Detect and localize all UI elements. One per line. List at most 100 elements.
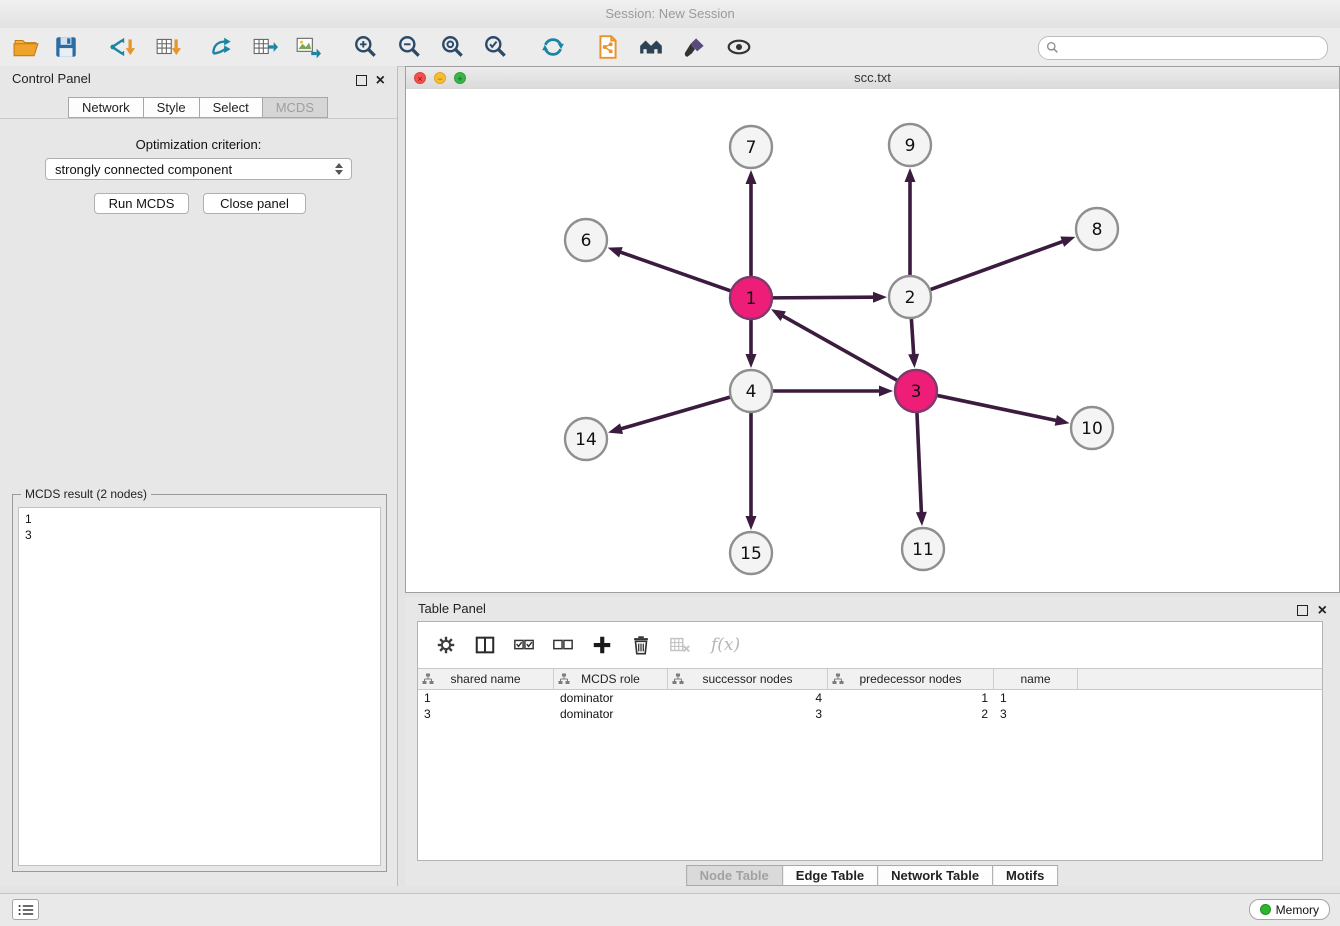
zoom-fit-button[interactable]: [435, 32, 471, 62]
graph-edge-3-1[interactable]: [771, 309, 898, 380]
apply-layout-button[interactable]: [535, 32, 571, 62]
zoom-in-button[interactable]: [348, 32, 384, 62]
save-session-button[interactable]: [48, 32, 84, 62]
column-header-name[interactable]: name: [994, 669, 1078, 689]
graph-node-14[interactable]: 14: [565, 418, 607, 460]
table-settings-button[interactable]: [432, 630, 462, 660]
float-control-panel-button[interactable]: [356, 75, 367, 86]
graph-edge-1-7[interactable]: [746, 170, 757, 277]
cell-mcds-role[interactable]: dominator: [554, 690, 668, 706]
tab-select[interactable]: Select: [199, 97, 263, 118]
memory-button[interactable]: Memory: [1249, 899, 1330, 920]
graph-edge-4-14[interactable]: [608, 397, 731, 434]
svg-text:6: 6: [581, 231, 592, 251]
import-network-icon: [109, 34, 135, 60]
cell-name[interactable]: 1: [994, 690, 1078, 706]
zoom-selected-button[interactable]: [478, 32, 514, 62]
tab-motifs[interactable]: Motifs: [992, 865, 1058, 886]
graph-node-1[interactable]: 1: [730, 277, 772, 319]
open-session-button[interactable]: [8, 32, 44, 62]
show-graphics-details-button[interactable]: [721, 32, 757, 62]
close-table-panel-button[interactable]: ×: [1318, 605, 1327, 616]
maximize-window-button[interactable]: +: [454, 72, 466, 84]
run-mcds-button[interactable]: Run MCDS: [94, 193, 189, 214]
select-all-button[interactable]: [510, 630, 540, 660]
mcds-result-list[interactable]: 1 3: [18, 507, 381, 866]
graph-edge-3-11[interactable]: [916, 412, 927, 526]
graph-edge-3-10[interactable]: [937, 395, 1070, 425]
graph-node-2[interactable]: 2: [889, 276, 931, 318]
delete-table-button[interactable]: [666, 630, 696, 660]
import-network-file-button[interactable]: [104, 32, 140, 62]
tab-network-table[interactable]: Network Table: [877, 865, 993, 886]
graph-edge-1-6[interactable]: [608, 247, 731, 291]
column-header-predecessor-nodes[interactable]: predecessor nodes: [828, 669, 994, 689]
graph-edge-2-8[interactable]: [930, 236, 1076, 289]
graph-node-6[interactable]: 6: [565, 219, 607, 261]
task-history-button[interactable]: [12, 899, 39, 920]
delete-column-button[interactable]: [627, 630, 657, 660]
tab-network[interactable]: Network: [68, 97, 144, 118]
cell-name[interactable]: 3: [994, 706, 1078, 722]
tab-pane-divider: [0, 118, 397, 119]
cell-predecessor-nodes[interactable]: 2: [828, 706, 994, 722]
add-column-button[interactable]: [588, 630, 618, 660]
cell-successor-nodes[interactable]: 4: [668, 690, 828, 706]
graph-node-9[interactable]: 9: [889, 124, 931, 166]
memory-label: Memory: [1276, 903, 1319, 917]
close-panel-button[interactable]: Close panel: [203, 193, 306, 214]
tab-edge-table[interactable]: Edge Table: [782, 865, 878, 886]
graph-edge-1-4[interactable]: [746, 319, 757, 368]
split-table-button[interactable]: [471, 630, 501, 660]
graph-edge-4-3[interactable]: [772, 386, 893, 397]
import-public-network-button[interactable]: [590, 32, 626, 62]
export-network-button[interactable]: [204, 32, 240, 62]
optimization-criterion-select[interactable]: strongly connected component: [45, 158, 352, 180]
float-table-panel-button[interactable]: [1297, 605, 1308, 616]
style-tool-button[interactable]: [677, 32, 713, 62]
function-builder-button[interactable]: f(x): [705, 634, 745, 656]
column-header-shared-name[interactable]: shared name: [418, 669, 554, 689]
minimize-window-button[interactable]: −: [434, 72, 446, 84]
zoom-out-icon: [397, 34, 423, 60]
unselect-all-button[interactable]: [549, 630, 579, 660]
export-image-button[interactable]: [290, 32, 326, 62]
graph-node-10[interactable]: 10: [1071, 407, 1113, 449]
home-network-icon: [638, 34, 664, 60]
graph-node-11[interactable]: 11: [902, 528, 944, 570]
cell-successor-nodes[interactable]: 3: [668, 706, 828, 722]
column-header-successor-nodes[interactable]: successor nodes: [668, 669, 828, 689]
graph-node-8[interactable]: 8: [1076, 208, 1118, 250]
export-table-button[interactable]: [247, 32, 283, 62]
cell-shared-name[interactable]: 1: [418, 690, 554, 706]
graph-edge-1-2[interactable]: [772, 292, 887, 303]
tab-style[interactable]: Style: [143, 97, 200, 118]
graph-node-4[interactable]: 4: [730, 370, 772, 412]
mcds-result-title: MCDS result (2 nodes): [21, 487, 151, 501]
title-bar[interactable]: Session: New Session: [0, 0, 1340, 29]
network-canvas[interactable]: 7 9 6 8 1 2 4 3 14 10 15 11: [406, 89, 1339, 592]
graph-edge-2-3[interactable]: [908, 318, 919, 368]
graph-edge-4-15[interactable]: [746, 412, 757, 530]
cell-shared-name[interactable]: 3: [418, 706, 554, 722]
close-control-panel-button[interactable]: ×: [376, 75, 385, 86]
table-row[interactable]: 1 dominator 4 1 1: [418, 690, 1322, 706]
graph-node-3[interactable]: 3: [895, 370, 937, 412]
cell-mcds-role[interactable]: dominator: [554, 706, 668, 722]
zoom-out-button[interactable]: [392, 32, 428, 62]
search-input[interactable]: [1063, 38, 1322, 58]
import-table-file-button[interactable]: [150, 32, 186, 62]
graph-edge-2-9[interactable]: [905, 168, 916, 276]
network-browser-button[interactable]: [633, 32, 669, 62]
tab-mcds[interactable]: MCDS: [262, 97, 328, 118]
tab-node-table[interactable]: Node Table: [686, 865, 783, 886]
table-row[interactable]: 3 dominator 3 2 3: [418, 706, 1322, 722]
mcds-result-box: MCDS result (2 nodes) 1 3: [12, 494, 387, 872]
graph-node-7[interactable]: 7: [730, 126, 772, 168]
graph-node-15[interactable]: 15: [730, 532, 772, 574]
network-window-titlebar[interactable]: scc.txt: [406, 67, 1339, 90]
open-folder-icon: [13, 34, 39, 60]
column-header-mcds-role[interactable]: MCDS role: [554, 669, 668, 689]
cell-predecessor-nodes[interactable]: 1: [828, 690, 994, 706]
close-window-button[interactable]: ×: [414, 72, 426, 84]
